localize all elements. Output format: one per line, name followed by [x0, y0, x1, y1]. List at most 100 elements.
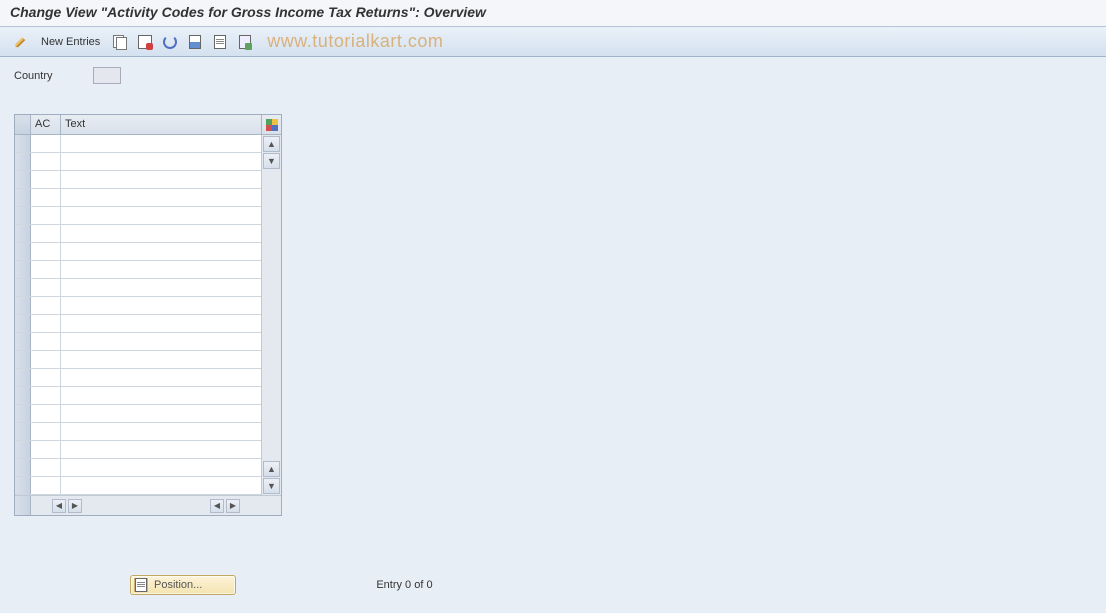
scroll-down-button-bottom[interactable]: ▼: [263, 478, 280, 494]
cell-text[interactable]: [61, 351, 261, 368]
table-row[interactable]: [15, 153, 261, 171]
table-row[interactable]: [15, 135, 261, 153]
scroll-up-button-bottom[interactable]: ▲: [263, 461, 280, 477]
table-row[interactable]: [15, 351, 261, 369]
table-row[interactable]: [15, 189, 261, 207]
position-button[interactable]: Position...: [130, 575, 236, 595]
cell-text[interactable]: [61, 279, 261, 296]
row-selector[interactable]: [15, 279, 31, 296]
row-selector[interactable]: [15, 261, 31, 278]
cell-text[interactable]: [61, 477, 261, 494]
scroll-right-button[interactable]: ▶: [68, 499, 82, 513]
row-selector[interactable]: [15, 441, 31, 458]
new-entries-button[interactable]: New Entries: [35, 34, 106, 50]
undo-change-button[interactable]: [159, 32, 181, 52]
scroll-right-button-2[interactable]: ▶: [226, 499, 240, 513]
delete-button[interactable]: [134, 32, 156, 52]
table-row[interactable]: [15, 459, 261, 477]
table-row[interactable]: [15, 405, 261, 423]
cell-text[interactable]: [61, 207, 261, 224]
cell-ac[interactable]: [31, 261, 61, 278]
cell-text[interactable]: [61, 315, 261, 332]
deselect-all-button[interactable]: [234, 32, 256, 52]
row-selector[interactable]: [15, 387, 31, 404]
select-block-button[interactable]: [209, 32, 231, 52]
table-row[interactable]: [15, 243, 261, 261]
cell-ac[interactable]: [31, 225, 61, 242]
row-selector[interactable]: [15, 315, 31, 332]
table-row[interactable]: [15, 333, 261, 351]
country-input[interactable]: [93, 67, 121, 84]
table-row[interactable]: [15, 225, 261, 243]
cell-ac[interactable]: [31, 171, 61, 188]
cell-ac[interactable]: [31, 405, 61, 422]
cell-ac[interactable]: [31, 207, 61, 224]
toggle-display-change-button[interactable]: [10, 32, 32, 52]
select-all-rows-header[interactable]: [15, 115, 31, 134]
cell-ac[interactable]: [31, 333, 61, 350]
row-selector[interactable]: [15, 423, 31, 440]
copy-as-button[interactable]: [109, 32, 131, 52]
table-row[interactable]: [15, 387, 261, 405]
column-header-text[interactable]: Text: [61, 115, 261, 134]
table-row[interactable]: [15, 369, 261, 387]
cell-ac[interactable]: [31, 315, 61, 332]
cell-text[interactable]: [61, 459, 261, 476]
cell-ac[interactable]: [31, 243, 61, 260]
cell-ac[interactable]: [31, 369, 61, 386]
cell-text[interactable]: [61, 441, 261, 458]
cell-text[interactable]: [61, 333, 261, 350]
cell-text[interactable]: [61, 189, 261, 206]
table-row[interactable]: [15, 441, 261, 459]
scroll-down-button[interactable]: ▼: [263, 153, 280, 169]
cell-text[interactable]: [61, 225, 261, 242]
row-selector[interactable]: [15, 153, 31, 170]
table-row[interactable]: [15, 315, 261, 333]
cell-text[interactable]: [61, 297, 261, 314]
column-header-ac[interactable]: AC: [31, 115, 61, 134]
row-selector[interactable]: [15, 189, 31, 206]
cell-text[interactable]: [61, 261, 261, 278]
cell-ac[interactable]: [31, 279, 61, 296]
cell-ac[interactable]: [31, 153, 61, 170]
table-row[interactable]: [15, 477, 261, 495]
cell-text[interactable]: [61, 243, 261, 260]
row-selector[interactable]: [15, 477, 31, 494]
row-selector[interactable]: [15, 297, 31, 314]
cell-ac[interactable]: [31, 387, 61, 404]
scroll-left-button[interactable]: ◀: [52, 499, 66, 513]
scroll-up-button[interactable]: ▲: [263, 136, 280, 152]
row-selector[interactable]: [15, 405, 31, 422]
cell-ac[interactable]: [31, 351, 61, 368]
row-selector[interactable]: [15, 459, 31, 476]
row-selector[interactable]: [15, 369, 31, 386]
row-selector[interactable]: [15, 225, 31, 242]
row-selector[interactable]: [15, 351, 31, 368]
select-all-button[interactable]: [184, 32, 206, 52]
vertical-scrollbar[interactable]: ▲ ▼ ▲ ▼: [261, 135, 281, 495]
cell-text[interactable]: [61, 405, 261, 422]
row-selector[interactable]: [15, 135, 31, 152]
scroll-left-button-2[interactable]: ◀: [210, 499, 224, 513]
row-selector[interactable]: [15, 207, 31, 224]
table-row[interactable]: [15, 171, 261, 189]
row-selector[interactable]: [15, 243, 31, 260]
row-selector[interactable]: [15, 333, 31, 350]
table-row[interactable]: [15, 423, 261, 441]
table-row[interactable]: [15, 279, 261, 297]
cell-ac[interactable]: [31, 297, 61, 314]
cell-text[interactable]: [61, 423, 261, 440]
cell-text[interactable]: [61, 153, 261, 170]
cell-ac[interactable]: [31, 459, 61, 476]
horizontal-scrollbar[interactable]: ◀ ▶ ◀ ▶: [31, 496, 261, 515]
cell-ac[interactable]: [31, 423, 61, 440]
cell-ac[interactable]: [31, 477, 61, 494]
cell-ac[interactable]: [31, 135, 61, 152]
table-settings-button[interactable]: [261, 115, 281, 134]
cell-text[interactable]: [61, 135, 261, 152]
cell-text[interactable]: [61, 387, 261, 404]
cell-text[interactable]: [61, 369, 261, 386]
cell-ac[interactable]: [31, 441, 61, 458]
cell-text[interactable]: [61, 171, 261, 188]
table-row[interactable]: [15, 207, 261, 225]
